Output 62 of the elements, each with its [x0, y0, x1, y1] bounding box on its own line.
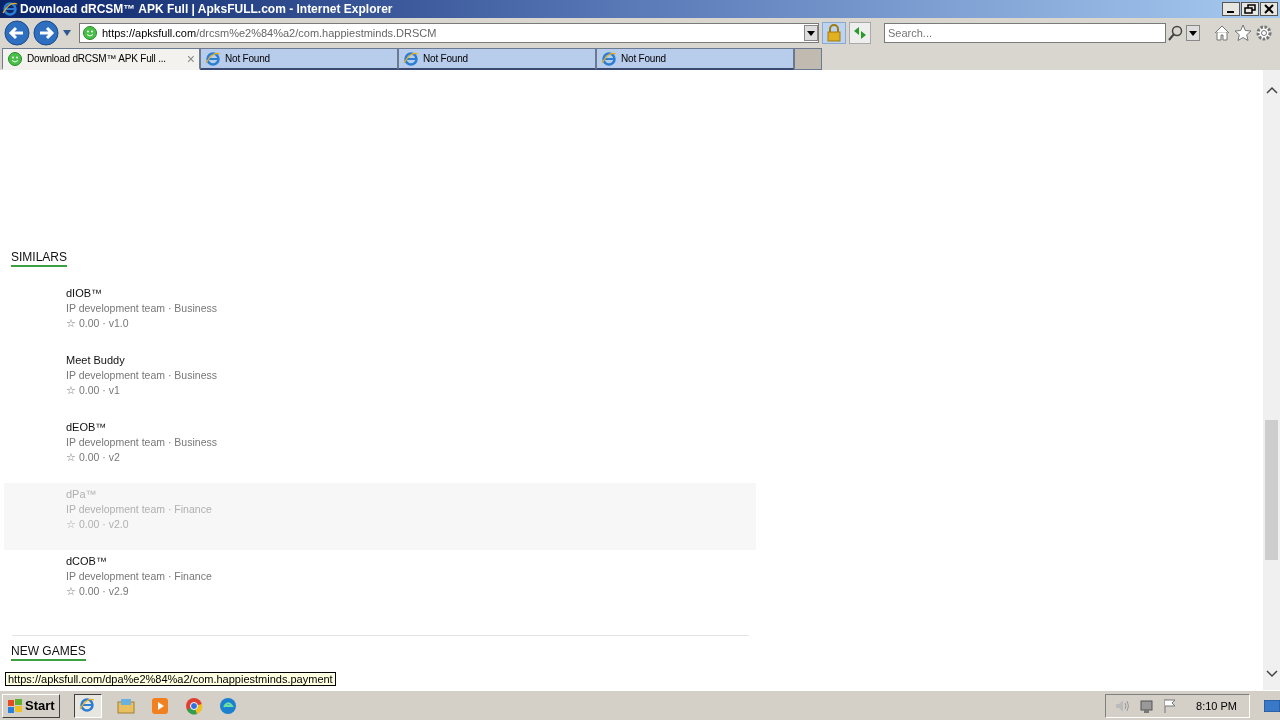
scrollbar-thumb[interactable]: [1265, 420, 1278, 560]
ie-logo-icon: [2, 1, 18, 17]
network-icon[interactable]: [1138, 697, 1155, 714]
media-player-icon[interactable]: [149, 696, 170, 715]
forward-icon[interactable]: [33, 20, 59, 46]
search-field[interactable]: Search...: [884, 23, 1166, 43]
close-icon[interactable]: [1260, 2, 1278, 16]
settings-icon[interactable]: [1255, 24, 1273, 42]
minimize-icon[interactable]: [1222, 2, 1240, 16]
start-button[interactable]: Start: [2, 693, 60, 718]
address-field[interactable]: https://apksfull.com/drcsm%e2%84%a2/com.happiestminds.DRSCM: [79, 23, 819, 43]
scrollbar[interactable]: [1263, 70, 1280, 690]
refresh-icon[interactable]: [849, 22, 871, 44]
search-icon[interactable]: [1168, 25, 1184, 41]
clock: 8:10 PM: [1196, 699, 1237, 712]
browser-tab[interactable]: Download dRCSM™ APK Full ... ×: [2, 48, 200, 70]
app-rating-version: ☆ 0.00 · v1.0: [66, 317, 130, 329]
taskbar-button[interactable]: [73, 693, 102, 718]
app-developer-category: IP development team · Business: [66, 302, 218, 314]
restore-icon[interactable]: [1241, 2, 1259, 16]
app-rating-version: ☆ 0.00 · v2.0: [66, 518, 130, 530]
app-rating-version: ☆ 0.00 · v2.9: [66, 585, 130, 597]
site-icon: [7, 50, 23, 67]
edge-icon[interactable]: [217, 696, 238, 715]
ie-logo-icon: [205, 50, 221, 67]
app-name: dEOB™: [66, 421, 108, 433]
star-icon[interactable]: [1234, 24, 1252, 42]
section-heading: NEW GAMES: [11, 644, 86, 661]
site-icon: [82, 25, 98, 41]
app-name: Meet Buddy: [66, 354, 126, 366]
link-tooltip: https://apksfull.com/dpa%e2%84%a2/com.happiestminds.payment: [5, 672, 336, 686]
app-developer-category: IP development team · Business: [66, 369, 218, 381]
app-name: dCOB™: [66, 555, 108, 567]
ie-logo-icon: [403, 50, 419, 67]
app-rating-version: ☆ 0.00 · v2: [66, 451, 121, 463]
dropdown-icon[interactable]: [804, 25, 818, 41]
app-name: dIOB™: [66, 287, 104, 299]
app-list-item[interactable]: Meet Buddy IP development team · Business ☆ 0.00 · v1: [4, 349, 756, 416]
dropdown-icon[interactable]: [1186, 25, 1200, 41]
app-rating-version: ☆ 0.00 · v1: [66, 384, 121, 396]
app-list-item[interactable]: dCOB™ IP development team · Finance ☆ 0.00 · v2.9: [4, 550, 756, 617]
browser-tab[interactable]: Not Found: [398, 48, 596, 70]
new-tab-button[interactable]: [794, 48, 822, 70]
ie-logo-icon: [78, 696, 97, 715]
app-developer-category: IP development team · Finance: [66, 503, 213, 515]
back-icon[interactable]: [4, 20, 30, 46]
window-title: Download dRCSM™ APK Full | ApksFULL.com - Internet Explorer: [20, 2, 393, 16]
browser-tab[interactable]: Not Found: [596, 48, 794, 70]
chrome-icon[interactable]: [183, 696, 204, 715]
home-icon[interactable]: [1213, 24, 1231, 42]
windows-logo-icon: [7, 697, 23, 714]
scroll-down-icon[interactable]: [1265, 670, 1278, 678]
show-desktop-icon[interactable]: [1264, 699, 1280, 712]
app-developer-category: IP development team · Business: [66, 436, 218, 448]
app-list-item[interactable]: dIOB™ IP development team · Business ☆ 0.00 · v1.0: [4, 282, 756, 349]
section-heading: SIMILARS: [11, 250, 67, 267]
ie-logo-icon: [601, 50, 617, 67]
browser-tab[interactable]: Not Found: [200, 48, 398, 70]
app-developer-category: IP development team · Finance: [66, 570, 213, 582]
app-name: dPa™: [66, 488, 98, 500]
app-list-item[interactable]: dEOB™ IP development team · Business ☆ 0.00 · v2: [4, 416, 756, 483]
scroll-up-icon[interactable]: [1265, 86, 1278, 94]
